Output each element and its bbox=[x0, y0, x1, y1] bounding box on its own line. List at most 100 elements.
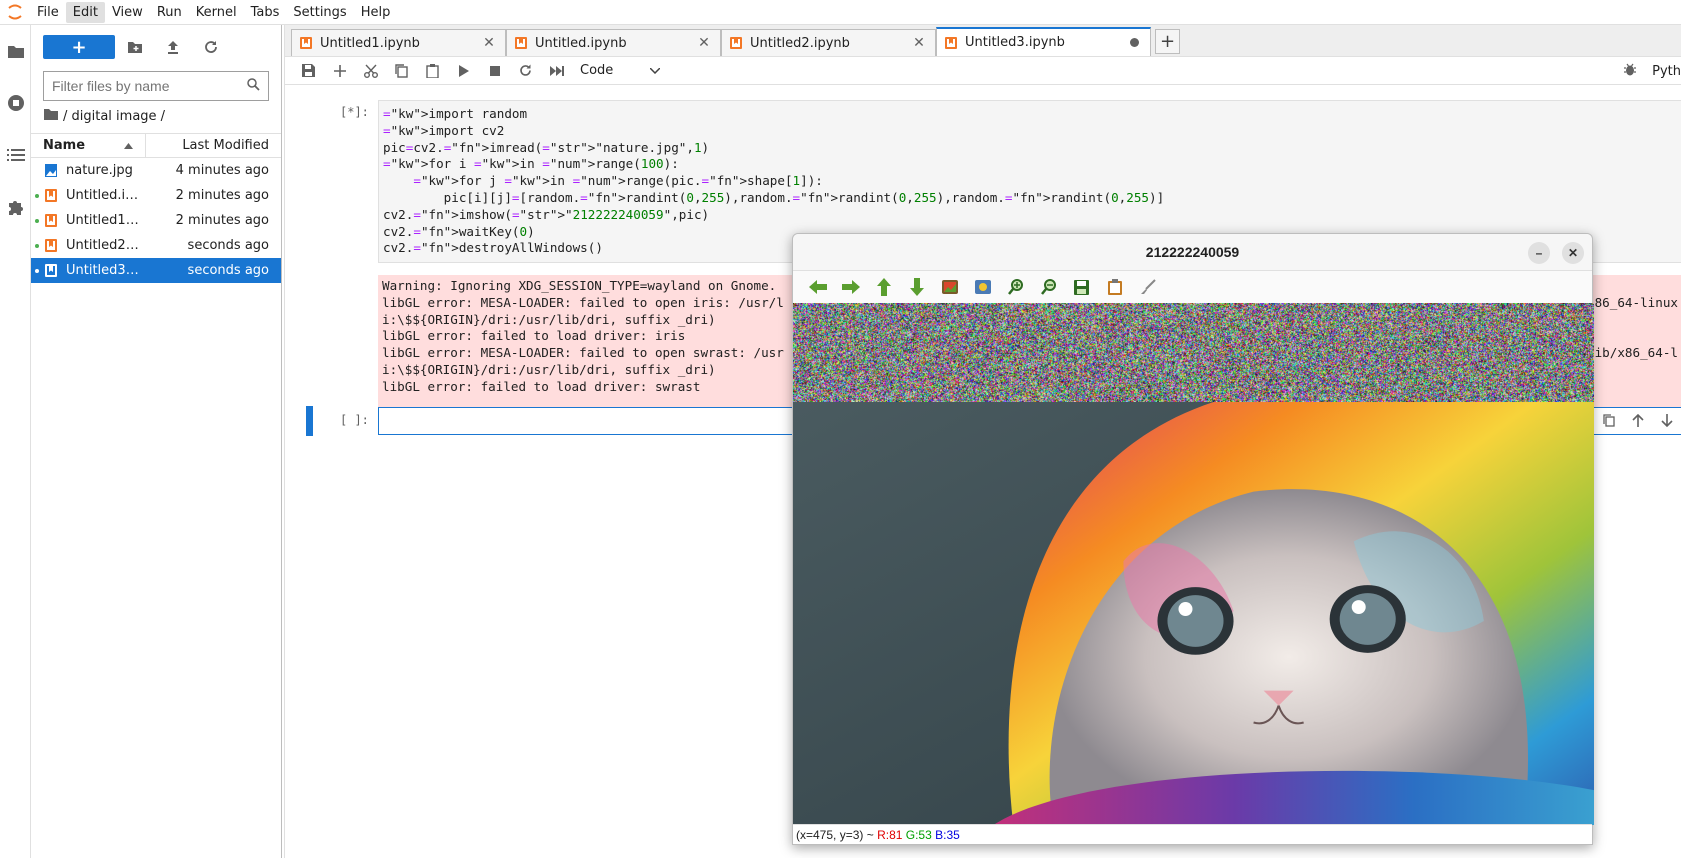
chevron-down-icon bbox=[650, 63, 660, 78]
close-button[interactable]: ✕ bbox=[1562, 242, 1584, 264]
debugger-icon[interactable] bbox=[1624, 63, 1636, 80]
menu-edit[interactable]: Edit bbox=[66, 2, 105, 23]
file-browser: + / digital image / Name Last Modified n… bbox=[31, 25, 282, 858]
displayed-image[interactable] bbox=[793, 303, 1594, 825]
kernel-name[interactable]: Pyth bbox=[1652, 64, 1681, 79]
name-column-header[interactable]: Name bbox=[31, 134, 146, 157]
file-modified: 4 minutes ago bbox=[141, 163, 281, 178]
close-tab-icon[interactable]: ✕ bbox=[911, 35, 927, 51]
zoom-fit-icon[interactable] bbox=[933, 275, 966, 299]
code-line: ="kw">for i ="kw">in ="num">range(100): bbox=[383, 156, 1677, 173]
tab-notebook[interactable]: Untitled.ipynb ✕ bbox=[506, 29, 721, 56]
pan-down-icon[interactable] bbox=[900, 275, 933, 299]
pan-up-icon[interactable] bbox=[867, 275, 900, 299]
file-row[interactable]: Untitled3.i… seconds ago bbox=[31, 258, 281, 283]
save-icon[interactable] bbox=[293, 59, 324, 83]
notebook-file-icon bbox=[44, 214, 58, 228]
file-modified: seconds ago bbox=[141, 263, 281, 278]
tab-notebook[interactable]: Untitled3.ipynb bbox=[936, 27, 1151, 56]
notebook-tab-icon bbox=[300, 37, 312, 49]
new-launcher-button[interactable]: + bbox=[43, 35, 115, 59]
notebook-tab-icon bbox=[730, 37, 742, 49]
breadcrumb: / digital image / bbox=[31, 101, 281, 131]
tab-label: Untitled1.ipynb bbox=[320, 36, 481, 51]
menu-file[interactable]: File bbox=[30, 2, 66, 23]
file-name: nature.jpg bbox=[66, 163, 141, 178]
folder-icon[interactable] bbox=[0, 25, 31, 77]
paste-icon[interactable] bbox=[417, 59, 448, 83]
jupyter-logo-icon bbox=[0, 0, 30, 25]
cut-icon[interactable] bbox=[355, 59, 386, 83]
close-tab-icon[interactable]: ✕ bbox=[696, 35, 712, 51]
filter-field[interactable] bbox=[43, 71, 269, 101]
running-indicator-icon bbox=[35, 269, 39, 273]
breadcrumb-path[interactable]: / digital image / bbox=[63, 109, 165, 124]
insert-cell-icon[interactable] bbox=[324, 59, 355, 83]
running-indicator-icon bbox=[35, 194, 39, 198]
filter-input[interactable] bbox=[52, 78, 247, 94]
stop-icon[interactable] bbox=[479, 59, 510, 83]
code-line: pic=cv2.="fn">imread(="str">"nature.jpg"… bbox=[383, 140, 1677, 157]
tab-notebook[interactable]: Untitled1.ipynb ✕ bbox=[291, 29, 506, 56]
menu-tabs[interactable]: Tabs bbox=[244, 2, 287, 23]
red-value: R:81 bbox=[877, 828, 902, 842]
modified-column-header[interactable]: Last Modified bbox=[146, 138, 281, 153]
notebook-file-icon bbox=[44, 239, 58, 253]
running-kernels-icon[interactable] bbox=[0, 77, 31, 129]
menu-run[interactable]: Run bbox=[150, 2, 189, 23]
file-list-header: Name Last Modified bbox=[31, 133, 281, 158]
pan-left-icon[interactable] bbox=[801, 275, 834, 299]
unsaved-dot-icon[interactable] bbox=[1130, 38, 1139, 47]
duplicate-cell-icon[interactable] bbox=[1594, 409, 1623, 431]
copy-clipboard-icon[interactable] bbox=[1098, 275, 1131, 299]
upload-icon[interactable] bbox=[155, 35, 191, 59]
zoom-out-icon[interactable] bbox=[1032, 275, 1065, 299]
restart-icon[interactable] bbox=[510, 59, 541, 83]
menu-settings[interactable]: Settings bbox=[286, 2, 353, 23]
save-image-icon[interactable] bbox=[1065, 275, 1098, 299]
table-of-contents-icon[interactable] bbox=[0, 129, 31, 181]
file-browser-toolbar: + bbox=[31, 25, 281, 69]
file-row[interactable]: Untitled.ip… 2 minutes ago bbox=[31, 183, 281, 208]
file-modified: 2 minutes ago bbox=[141, 213, 281, 228]
move-up-icon[interactable] bbox=[1623, 409, 1652, 431]
code-line: ="kw">for j ="kw">in ="num">range(pic.="… bbox=[383, 173, 1677, 190]
menu-bar: File Edit View Run Kernel Tabs Settings Help bbox=[0, 0, 1681, 25]
file-list: nature.jpg 4 minutes ago Untitled.ip… 2 min… bbox=[31, 158, 281, 283]
menu-view[interactable]: View bbox=[105, 2, 150, 23]
zoom-100-icon[interactable] bbox=[966, 275, 999, 299]
file-row[interactable]: Untitled1.i… 2 minutes ago bbox=[31, 208, 281, 233]
minimize-button[interactable]: – bbox=[1528, 242, 1550, 264]
pixel-info-statusbar: (x=475, y=3) ~ R:81 G:53 B:35 bbox=[793, 824, 1592, 844]
green-value: G:53 bbox=[906, 828, 932, 842]
properties-icon[interactable] bbox=[1131, 275, 1164, 299]
opencv-image-window[interactable]: 212222240059 – ✕ (x=475, y=3) ~ R:81 G:5… bbox=[792, 233, 1593, 845]
running-indicator-icon bbox=[35, 219, 39, 223]
file-row[interactable]: Untitled2.i… seconds ago bbox=[31, 233, 281, 258]
window-titlebar[interactable]: 212222240059 – ✕ bbox=[793, 234, 1592, 271]
run-icon[interactable] bbox=[448, 59, 479, 83]
image-toolbar bbox=[793, 271, 1592, 303]
cell-type-select[interactable]: Code bbox=[580, 63, 660, 78]
random-noise-region bbox=[793, 303, 1594, 402]
add-tab-button[interactable]: + bbox=[1155, 29, 1180, 54]
extension-icon[interactable] bbox=[0, 181, 31, 233]
code-line: pic[i][j]=[random.="fn">randint(0,255),r… bbox=[383, 190, 1677, 207]
menu-kernel[interactable]: Kernel bbox=[189, 2, 244, 23]
folder-icon[interactable] bbox=[44, 109, 58, 124]
zoom-in-icon[interactable] bbox=[999, 275, 1032, 299]
cell-type-value: Code bbox=[580, 63, 613, 78]
fast-forward-icon[interactable] bbox=[541, 59, 572, 83]
file-row[interactable]: nature.jpg 4 minutes ago bbox=[31, 158, 281, 183]
menu-help[interactable]: Help bbox=[354, 2, 398, 23]
new-folder-icon[interactable] bbox=[117, 35, 153, 59]
pan-right-icon[interactable] bbox=[834, 275, 867, 299]
code-line: ="kw">import random bbox=[383, 106, 1677, 123]
tab-notebook[interactable]: Untitled2.ipynb ✕ bbox=[721, 29, 936, 56]
close-tab-icon[interactable]: ✕ bbox=[481, 35, 497, 51]
tab-label: Untitled3.ipynb bbox=[965, 35, 1130, 50]
running-indicator-icon bbox=[35, 244, 39, 248]
move-down-icon[interactable] bbox=[1652, 409, 1681, 431]
copy-icon[interactable] bbox=[386, 59, 417, 83]
refresh-icon[interactable] bbox=[193, 35, 229, 59]
